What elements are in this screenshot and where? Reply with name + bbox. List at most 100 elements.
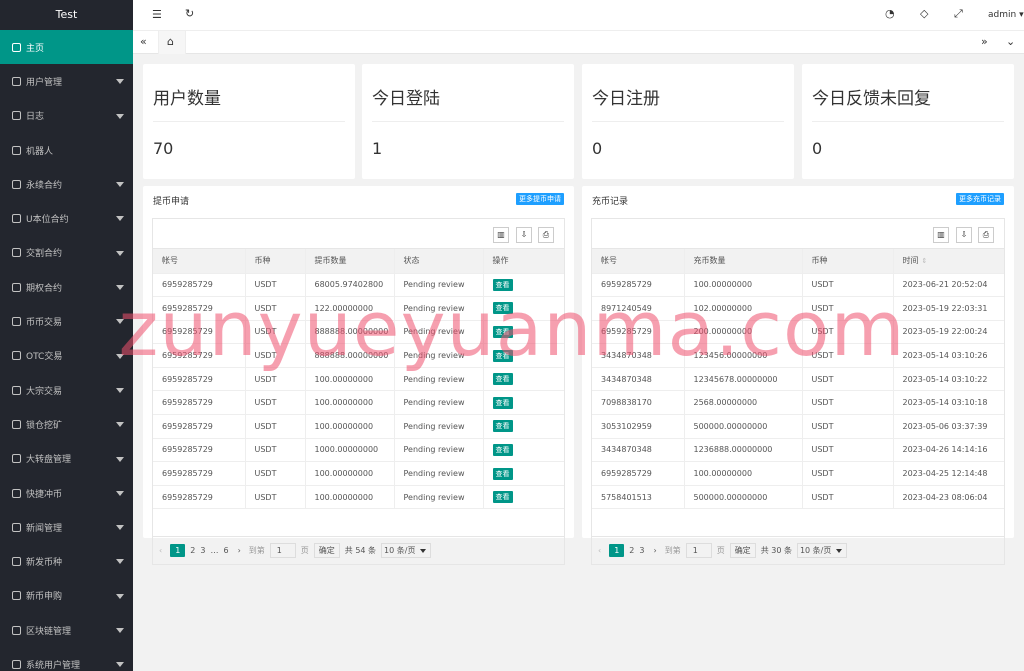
sidebar-item[interactable]: 日志 (0, 99, 133, 133)
more-recharge-button[interactable]: 更多充币记录 (956, 193, 1004, 205)
page-number[interactable]: 6 (223, 546, 228, 555)
view-button[interactable]: 查看 (492, 373, 513, 386)
view-button[interactable]: 查看 (492, 302, 513, 315)
refresh-icon[interactable]: ↻ (185, 8, 194, 20)
table-cell: Pending review (394, 320, 484, 345)
export-icon[interactable]: ⇩ (516, 227, 532, 243)
column-header: 充币数量 (684, 249, 803, 274)
print-icon[interactable]: ⎙ (978, 227, 994, 243)
view-button[interactable]: 查看 (492, 325, 513, 338)
sidebar-item[interactable]: 锁仓挖矿 (0, 407, 133, 441)
table-row: 6959285729 100.00000000 USDT 2023-04-25 12:… (592, 461, 1004, 486)
table-cell: 2023-05-19 22:03:31 (893, 296, 1004, 321)
tag-icon[interactable]: ◇ (920, 8, 928, 20)
sort-icon[interactable]: ⇕ (922, 257, 928, 265)
divider (372, 121, 564, 122)
prev-page-icon[interactable]: ‹ (159, 546, 162, 555)
columns-filter-icon[interactable]: ▥ (493, 227, 509, 243)
withdraw-panel: 提币申请 更多提币申请 ▥ ⇩ ⎙ 帐号 币种 提币数量 状态 操作 695928572… (143, 186, 574, 565)
page-number[interactable]: 3 (200, 546, 205, 555)
table-cell: USDT (245, 414, 306, 439)
page-input[interactable]: 1 (685, 543, 712, 558)
stat-value: 0 (592, 139, 603, 158)
sidebar-item[interactable]: 机器人 (0, 133, 133, 167)
table-cell: 1000.00000000 (305, 438, 395, 463)
sidebar-item[interactable]: 主页 (0, 30, 133, 65)
next-page-icon[interactable]: › (653, 546, 656, 555)
view-button[interactable]: 查看 (492, 443, 513, 456)
export-icon[interactable]: ⇩ (956, 227, 972, 243)
column-header: 币种 (802, 249, 894, 274)
menu-collapse-icon[interactable]: ☰ (152, 9, 162, 21)
per-page-select[interactable]: 10 条/页 (381, 543, 432, 558)
table-cell: Pending review (394, 343, 484, 368)
table-row: 6959285729 USDT 100.00000000 Pending review… (153, 390, 564, 416)
fullscreen-icon[interactable]: ⤢ (954, 8, 963, 20)
table-cell: 100.00000000 (305, 485, 395, 510)
column-header: 提币数量 (305, 249, 395, 274)
action-cell: 查看 (483, 438, 564, 463)
tab-home[interactable]: ⌂ (158, 31, 186, 54)
confirm-button[interactable]: 确定 (313, 543, 340, 558)
sidebar-item[interactable]: 系统用户管理 (0, 647, 133, 671)
sidebar-item[interactable]: 区块链管理 (0, 613, 133, 647)
sidebar-item[interactable]: 新发币种 (0, 544, 133, 578)
user-menu[interactable]: admin ▾ (988, 9, 1024, 21)
sidebar-item[interactable]: OTC交易 (0, 339, 133, 373)
sidebar-item[interactable]: 大转盘管理 (0, 442, 133, 476)
menu-item-icon (12, 419, 21, 429)
page-number[interactable]: 3 (639, 546, 644, 555)
table-cell: USDT (802, 273, 894, 298)
more-withdraw-button[interactable]: 更多提币申请 (516, 193, 564, 205)
menu-item-icon (12, 214, 21, 224)
table-cell: 123456.00000000 (684, 343, 803, 368)
page-number[interactable]: 2 (629, 546, 634, 555)
table-cell: 6959285729 (153, 273, 246, 298)
view-button[interactable]: 查看 (492, 420, 513, 433)
page-number[interactable]: 2 (190, 546, 195, 555)
sidebar-item[interactable]: 交割合约 (0, 236, 133, 270)
view-button[interactable]: 查看 (492, 491, 513, 504)
sidebar-item-label: 机器人 (26, 146, 54, 157)
table-cell: 6959285729 (153, 438, 246, 463)
sidebar-item-label: 永续合约 (26, 180, 63, 191)
table-cell: 6959285729 (153, 367, 246, 392)
page-number[interactable]: 1 (170, 544, 186, 557)
sidebar-item[interactable]: 用户管理 (0, 64, 133, 98)
sidebar-item[interactable]: 新闻管理 (0, 510, 133, 544)
tabs-menu-chevron-icon[interactable]: ⌄ (1006, 36, 1015, 48)
sidebar-item[interactable]: 大宗交易 (0, 373, 133, 407)
sidebar-item[interactable]: 币币交易 (0, 304, 133, 338)
view-button[interactable]: 查看 (492, 349, 513, 362)
confirm-button[interactable]: 确定 (729, 543, 756, 558)
tabs-scroll-left-icon[interactable]: « (140, 36, 147, 48)
sidebar-item[interactable]: U本位合约 (0, 201, 133, 235)
tabs-scroll-right-icon[interactable]: » (981, 36, 988, 48)
sidebar-item-label: U本位合约 (26, 215, 69, 226)
view-button[interactable]: 查看 (492, 396, 513, 409)
table-row: 3053102959 500000.00000000 USDT 2023-05-06 … (592, 414, 1004, 439)
sidebar-item[interactable]: 期权合约 (0, 270, 133, 304)
table-row: 6959285729 USDT 888888.00000000 Pending rev… (153, 343, 564, 368)
theme-icon[interactable]: ◔ (885, 8, 895, 20)
sidebar-item-label: 锁仓挖矿 (26, 420, 63, 431)
sidebar-item[interactable]: 快捷冲币 (0, 476, 133, 510)
menu-item-icon (12, 659, 21, 669)
sidebar-item[interactable]: 永续合约 (0, 167, 133, 201)
sidebar-item-label: 新发币种 (26, 558, 63, 569)
view-button[interactable]: 查看 (492, 467, 513, 480)
print-icon[interactable]: ⎙ (538, 227, 554, 243)
prev-page-icon[interactable]: ‹ (598, 546, 601, 555)
next-page-icon[interactable]: › (238, 546, 241, 555)
per-page-select[interactable]: 10 条/页 (796, 543, 847, 558)
stat-title: 用户数量 (153, 89, 221, 109)
column-header[interactable]: 时间 ⇕ (893, 249, 1004, 274)
page-number[interactable]: 1 (609, 544, 625, 557)
caret-down-icon (116, 628, 124, 634)
sidebar-item[interactable]: 新币申购 (0, 579, 133, 613)
stat-card-users: 用户数量 70 (143, 64, 355, 179)
columns-filter-icon[interactable]: ▥ (933, 227, 949, 243)
action-cell: 查看 (483, 485, 564, 510)
view-button[interactable]: 查看 (492, 278, 513, 291)
page-input[interactable]: 1 (269, 543, 296, 558)
